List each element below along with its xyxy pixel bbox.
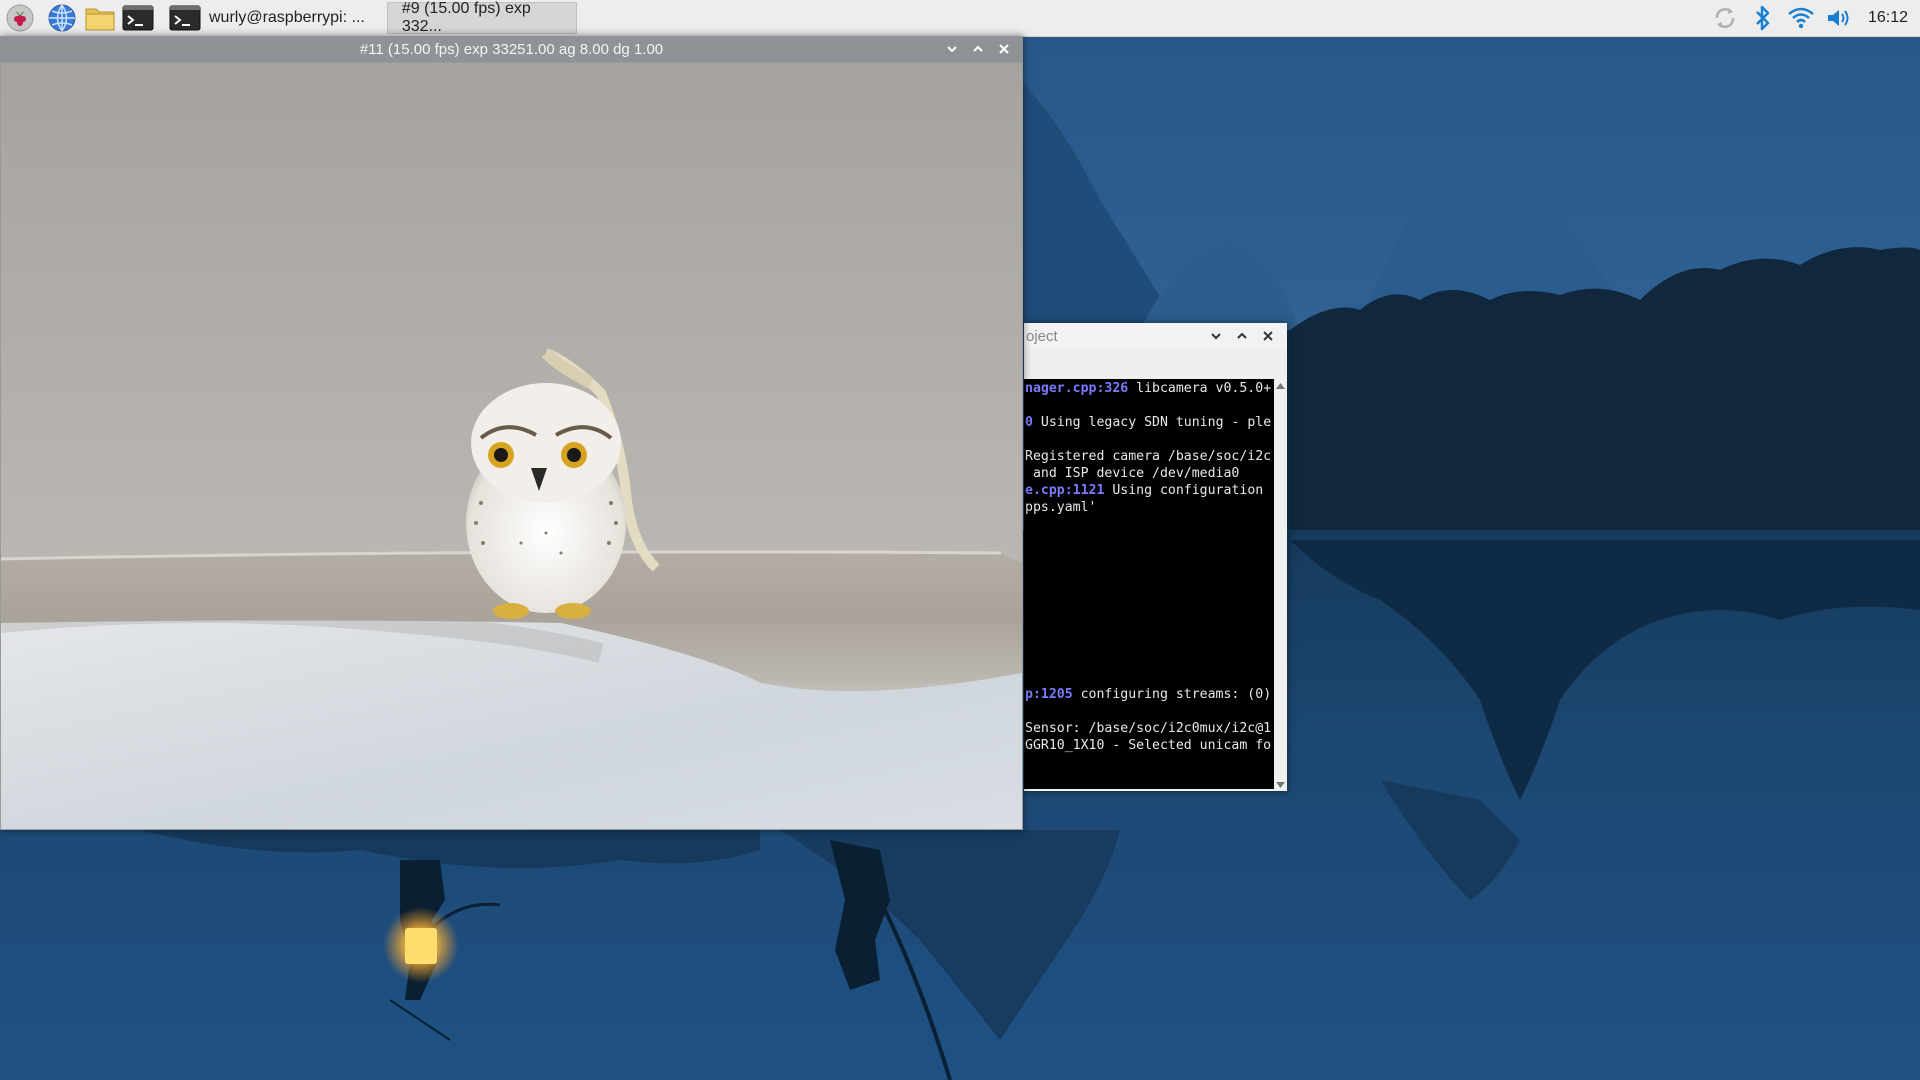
- terminal-line: nager.cpp:326 libcamera v0.5.0+: [1025, 381, 1272, 396]
- terminal-line: pps.yaml': [1025, 500, 1097, 515]
- terminal-launcher-icon[interactable]: [121, 1, 155, 35]
- terminal-line: GGR10_1X10 - Selected unicam fo: [1025, 738, 1272, 753]
- system-tray: 16:12: [1706, 0, 1920, 36]
- web-browser-icon[interactable]: [45, 1, 79, 35]
- chevron-down-icon: [947, 46, 957, 53]
- terminal-icon: [169, 5, 201, 31]
- terminal-menu-bar: [1024, 349, 1287, 379]
- terminal-window[interactable]: oject nager.cpp:326 libcamera v0.5.0+ 0 …: [1024, 323, 1287, 791]
- terminal-output[interactable]: nager.cpp:326 libcamera v0.5.0+ 0 Using …: [1024, 379, 1274, 789]
- sync-icon[interactable]: [1706, 0, 1744, 36]
- close-button[interactable]: [991, 36, 1017, 62]
- desktop: wurly@raspberrypi: ... #9 (15.00 fps) ex…: [0, 0, 1920, 1080]
- terminal-line: 0 Using legacy SDN tuning - ple: [1025, 415, 1272, 430]
- minimize-button[interactable]: [939, 36, 965, 62]
- clock[interactable]: 16:12: [1868, 9, 1908, 27]
- minimize-button[interactable]: [1203, 323, 1229, 349]
- maximize-button[interactable]: [1229, 323, 1255, 349]
- close-icon: [999, 44, 1009, 54]
- terminal-line: p:1205 configuring streams: (0): [1025, 687, 1272, 702]
- maximize-button[interactable]: [965, 36, 991, 62]
- taskbar: wurly@raspberrypi: ... #9 (15.00 fps) ex…: [0, 0, 1920, 37]
- raspberry-menu-icon[interactable]: [3, 1, 37, 35]
- task-button-camera-preview[interactable]: #9 (15.00 fps) exp 332...: [386, 0, 577, 35]
- scroll-down-arrow-icon[interactable]: [1274, 778, 1287, 791]
- terminal-scrollbar[interactable]: [1274, 379, 1287, 791]
- terminal-title-bar[interactable]: oject: [1024, 323, 1287, 349]
- terminal-line: Registered camera /base/soc/i2c: [1025, 449, 1272, 464]
- volume-icon[interactable]: [1820, 0, 1858, 36]
- terminal-line: and ISP device /dev/media0: [1025, 466, 1240, 481]
- camera-window-title: #11 (15.00 fps) exp 33251.00 ag 8.00 dg …: [359, 40, 664, 58]
- close-button[interactable]: [1255, 323, 1281, 349]
- file-manager-icon[interactable]: [83, 1, 117, 35]
- chevron-up-icon: [973, 45, 983, 52]
- camera-preview-window[interactable]: #11 (15.00 fps) exp 33251.00 ag 8.00 dg …: [0, 36, 1023, 830]
- task-button-label: #9 (15.00 fps) exp 332...: [401, 0, 531, 35]
- scroll-up-arrow-icon[interactable]: [1274, 379, 1287, 392]
- bluetooth-icon[interactable]: [1744, 0, 1782, 36]
- wifi-icon[interactable]: [1782, 0, 1820, 36]
- camera-title-bar[interactable]: #11 (15.00 fps) exp 33251.00 ag 8.00 dg …: [0, 36, 1023, 62]
- terminal-line: e.cpp:1121 Using configuration: [1025, 483, 1264, 498]
- camera-preview-image: [1, 63, 1022, 829]
- close-icon: [1263, 331, 1273, 341]
- task-button-terminal[interactable]: wurly@raspberrypi: ...: [161, 2, 373, 34]
- terminal-line: Sensor: /base/soc/i2c0mux/i2c@1: [1025, 721, 1272, 736]
- chevron-up-icon: [1237, 332, 1247, 339]
- task-button-label: wurly@raspberrypi: ...: [209, 9, 365, 26]
- chevron-down-icon: [1211, 333, 1221, 340]
